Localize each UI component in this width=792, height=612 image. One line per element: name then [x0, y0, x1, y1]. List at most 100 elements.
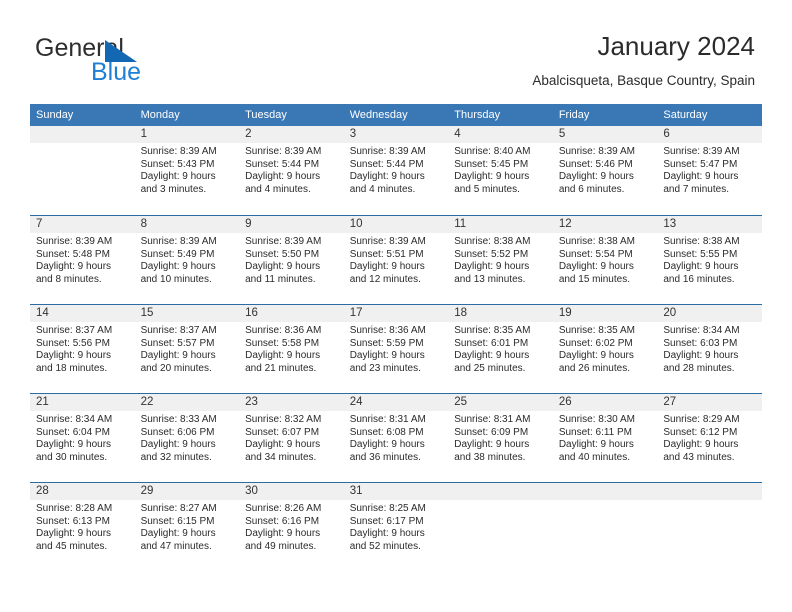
day-cell[interactable]: 15 Sunrise: 8:37 AM Sunset: 5:57 PM Dayligh… [134, 304, 240, 393]
sunset-text: Sunset: 5:49 PM [140, 248, 215, 260]
calendar-cell: 22 Sunrise: 8:33 AM Sunset: 6:06 PM Dayligh… [134, 393, 240, 482]
day-cell[interactable]: 20 Sunrise: 8:34 AM Sunset: 6:03 PM Dayligh… [657, 304, 762, 393]
calendar-week-row: 1 Sunrise: 8:39 AM Sunset: 5:43 PM Daylight… [30, 126, 762, 215]
daylight-text-line2: and 45 minutes. [36, 541, 108, 553]
day-cell[interactable]: 25 Sunrise: 8:31 AM Sunset: 6:09 PM Dayligh… [448, 393, 553, 482]
page-header: General Blue January 2024 Abalcisqueta, … [0, 0, 792, 100]
sunrise-text: Sunrise: 8:36 AM [245, 325, 322, 336]
calendar-cell: 17 Sunrise: 8:36 AM Sunset: 5:59 PM Dayligh… [343, 304, 449, 393]
daylight-text-line2: and 10 minutes. [140, 274, 212, 286]
calendar-cell: 28 Sunrise: 8:28 AM Sunset: 6:13 PM Dayligh… [30, 482, 135, 571]
daylight-text-line2: and 6 minutes. [558, 184, 625, 196]
day-cell[interactable]: 17 Sunrise: 8:36 AM Sunset: 5:59 PM Dayligh… [343, 304, 449, 393]
sunrise-text: Sunrise: 8:33 AM [140, 414, 217, 425]
sunrise-text: Sunrise: 8:27 AM [140, 503, 217, 514]
day-cell[interactable]: 30 Sunrise: 8:26 AM Sunset: 6:16 PM Dayligh… [239, 482, 344, 571]
day-details: Sunrise: 8:33 AM Sunset: 6:06 PM Daylight:… [135, 411, 240, 465]
day-number [448, 483, 553, 500]
day-cell[interactable]: 9 Sunrise: 8:39 AM Sunset: 5:50 PM Daylight… [239, 215, 344, 304]
day-cell[interactable]: 28 Sunrise: 8:28 AM Sunset: 6:13 PM Dayligh… [30, 482, 135, 571]
daylight-text-line2: and 52 minutes. [349, 541, 421, 553]
day-number: 2 [239, 126, 344, 143]
daylight-text-line1: Daylight: 9 hours [245, 171, 321, 183]
calendar-week-row: 7 Sunrise: 8:39 AM Sunset: 5:48 PM Daylight… [30, 215, 762, 304]
day-cell[interactable]: 16 Sunrise: 8:36 AM Sunset: 5:58 PM Dayligh… [239, 304, 344, 393]
day-cell[interactable]: 29 Sunrise: 8:27 AM Sunset: 6:15 PM Dayligh… [134, 482, 240, 571]
day-number: 6 [657, 126, 762, 143]
daylight-text-line1: Daylight: 9 hours [140, 171, 216, 183]
day-cell[interactable]: 13 Sunrise: 8:38 AM Sunset: 5:55 PM Dayligh… [657, 215, 762, 304]
day-cell[interactable]: 3 Sunrise: 8:39 AM Sunset: 5:44 PM Daylight… [343, 126, 449, 215]
calendar-cell: 10 Sunrise: 8:39 AM Sunset: 5:51 PM Dayligh… [343, 215, 449, 304]
day-cell[interactable]: 8 Sunrise: 8:39 AM Sunset: 5:49 PM Daylight… [134, 215, 240, 304]
day-number: 15 [134, 305, 240, 322]
day-details: Sunrise: 8:39 AM Sunset: 5:50 PM Daylight:… [239, 233, 344, 287]
day-cell[interactable]: 10 Sunrise: 8:39 AM Sunset: 5:51 PM Dayligh… [343, 215, 449, 304]
day-details: Sunrise: 8:39 AM Sunset: 5:47 PM Daylight:… [657, 143, 762, 197]
sunrise-text: Sunrise: 8:39 AM [245, 236, 322, 247]
daylight-text-line2: and 13 minutes. [454, 274, 526, 286]
daylight-text-line1: Daylight: 9 hours [245, 528, 321, 540]
daylight-text-line1: Daylight: 9 hours [349, 171, 425, 183]
day-number: 8 [134, 216, 240, 233]
calendar-cell: 2 Sunrise: 8:39 AM Sunset: 5:44 PM Daylight… [239, 126, 344, 215]
day-details: Sunrise: 8:39 AM Sunset: 5:51 PM Daylight:… [344, 233, 449, 287]
day-details: Sunrise: 8:39 AM Sunset: 5:46 PM Daylight:… [553, 143, 658, 197]
daylight-text-line2: and 4 minutes. [245, 184, 311, 196]
day-cell-empty [552, 482, 658, 571]
day-cell-empty [657, 482, 762, 571]
daylight-text-line2: and 20 minutes. [140, 363, 212, 375]
daylight-text-line1: Daylight: 9 hours [454, 350, 530, 362]
day-cell[interactable]: 18 Sunrise: 8:35 AM Sunset: 6:01 PM Dayligh… [448, 304, 553, 393]
day-cell[interactable]: 5 Sunrise: 8:39 AM Sunset: 5:46 PM Daylight… [552, 126, 658, 215]
day-cell[interactable]: 24 Sunrise: 8:31 AM Sunset: 6:08 PM Dayligh… [343, 393, 449, 482]
day-cell[interactable]: 2 Sunrise: 8:39 AM Sunset: 5:44 PM Daylight… [239, 126, 344, 215]
daylight-text-line2: and 16 minutes. [663, 274, 735, 286]
page-subtitle: Abalcisqueta, Basque Country, Spain [532, 73, 755, 88]
calendar-cell: 7 Sunrise: 8:39 AM Sunset: 5:48 PM Daylight… [30, 215, 135, 304]
day-cell[interactable]: 11 Sunrise: 8:38 AM Sunset: 5:52 PM Dayligh… [448, 215, 553, 304]
daylight-text-line2: and 7 minutes. [663, 184, 729, 196]
day-details: Sunrise: 8:39 AM Sunset: 5:43 PM Daylight:… [135, 143, 240, 197]
calendar-table: Sunday Monday Tuesday Wednesday Thursday… [30, 104, 762, 571]
day-details: Sunrise: 8:31 AM Sunset: 6:08 PM Daylight:… [344, 411, 449, 465]
day-cell[interactable]: 31 Sunrise: 8:25 AM Sunset: 6:17 PM Dayligh… [343, 482, 449, 571]
daylight-text-line2: and 40 minutes. [558, 452, 630, 464]
day-cell[interactable]: 12 Sunrise: 8:38 AM Sunset: 5:54 PM Dayligh… [552, 215, 658, 304]
sunrise-text: Sunrise: 8:38 AM [454, 236, 531, 247]
daylight-text-line1: Daylight: 9 hours [349, 528, 425, 540]
day-cell[interactable]: 21 Sunrise: 8:34 AM Sunset: 6:04 PM Dayligh… [30, 393, 135, 482]
day-number: 31 [343, 483, 449, 500]
daylight-text-line1: Daylight: 9 hours [36, 528, 112, 540]
sunrise-text: Sunrise: 8:25 AM [349, 503, 426, 514]
day-number: 21 [30, 394, 135, 411]
general-blue-logo[interactable]: General Blue [35, 34, 215, 86]
sunset-text: Sunset: 6:09 PM [454, 426, 529, 438]
day-cell[interactable]: 23 Sunrise: 8:32 AM Sunset: 6:07 PM Dayligh… [239, 393, 344, 482]
sunset-text: Sunset: 5:47 PM [663, 158, 738, 170]
calendar-cell [30, 126, 135, 215]
sunset-text: Sunset: 6:04 PM [36, 426, 110, 438]
day-number: 3 [343, 126, 449, 143]
day-number: 28 [30, 483, 135, 500]
day-cell[interactable]: 22 Sunrise: 8:33 AM Sunset: 6:06 PM Dayligh… [134, 393, 240, 482]
day-cell[interactable]: 6 Sunrise: 8:39 AM Sunset: 5:47 PM Daylight… [657, 126, 762, 215]
calendar-page: General Blue January 2024 Abalcisqueta, … [0, 0, 792, 612]
calendar-cell [552, 482, 658, 571]
day-cell[interactable]: 19 Sunrise: 8:35 AM Sunset: 6:02 PM Dayligh… [552, 304, 658, 393]
daylight-text-line1: Daylight: 9 hours [663, 350, 739, 362]
day-cell[interactable]: 27 Sunrise: 8:29 AM Sunset: 6:12 PM Dayligh… [657, 393, 762, 482]
sunset-text: Sunset: 6:07 PM [245, 426, 320, 438]
calendar-week-row: 21 Sunrise: 8:34 AM Sunset: 6:04 PM Dayligh… [30, 393, 762, 482]
daylight-text-line1: Daylight: 9 hours [245, 261, 321, 273]
day-cell[interactable]: 7 Sunrise: 8:39 AM Sunset: 5:48 PM Daylight… [30, 215, 135, 304]
day-cell[interactable]: 26 Sunrise: 8:30 AM Sunset: 6:11 PM Dayligh… [552, 393, 658, 482]
day-cell[interactable]: 14 Sunrise: 8:37 AM Sunset: 5:56 PM Dayligh… [30, 304, 135, 393]
day-details: Sunrise: 8:40 AM Sunset: 5:45 PM Daylight:… [448, 143, 553, 197]
sunset-text: Sunset: 5:45 PM [454, 158, 529, 170]
sunrise-text: Sunrise: 8:38 AM [558, 236, 635, 247]
day-cell[interactable]: 4 Sunrise: 8:40 AM Sunset: 5:45 PM Daylight… [448, 126, 553, 215]
day-cell[interactable]: 1 Sunrise: 8:39 AM Sunset: 5:43 PM Daylight… [134, 126, 240, 215]
daylight-text-line2: and 11 minutes. [245, 274, 316, 286]
sunrise-text: Sunrise: 8:39 AM [140, 236, 217, 247]
